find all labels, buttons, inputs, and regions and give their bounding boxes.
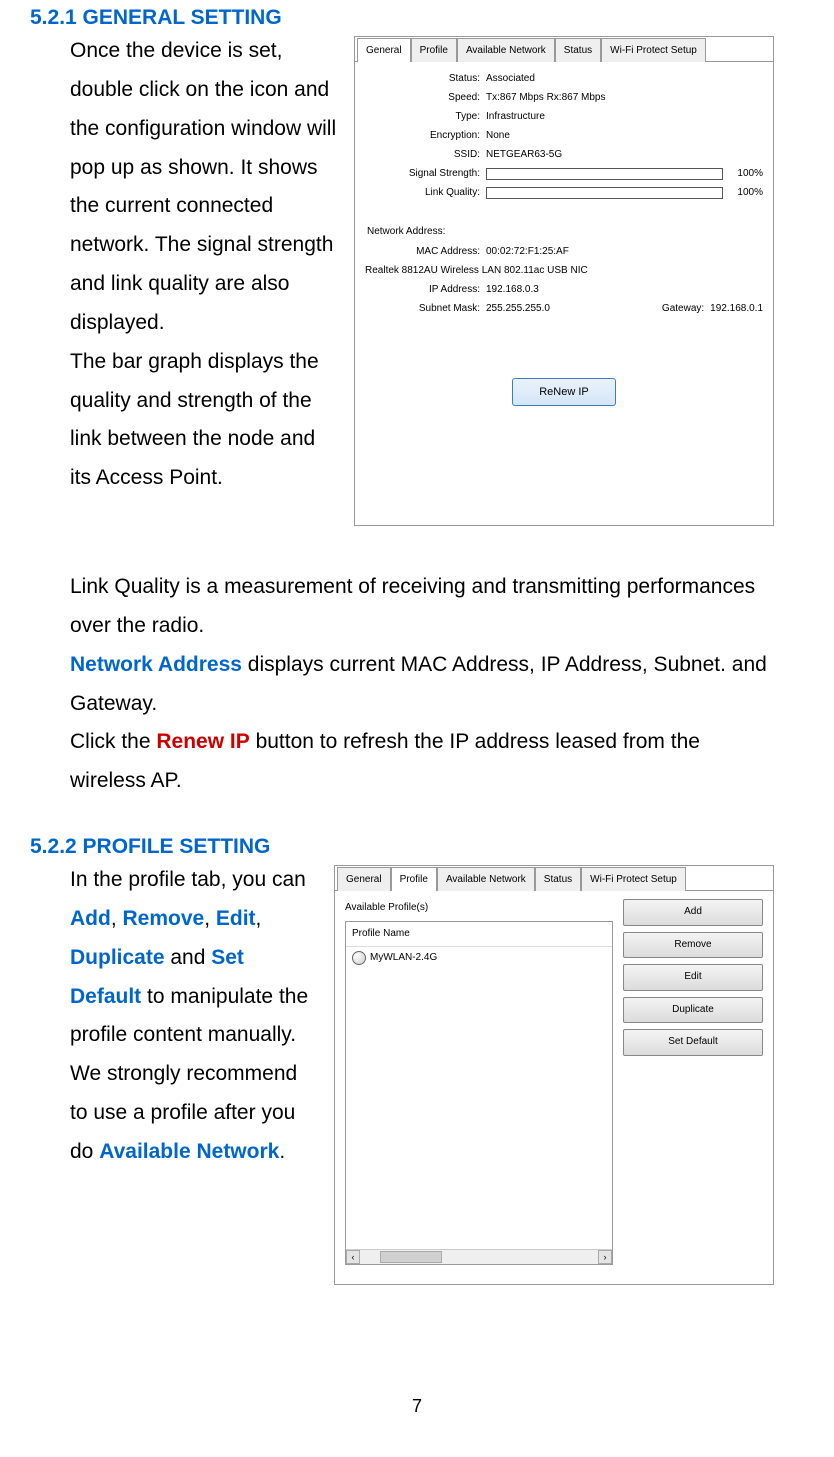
value-link-quality: 100% xyxy=(729,184,763,203)
tab-general[interactable]: General xyxy=(357,38,411,63)
value-type: Infrastructure xyxy=(486,108,763,127)
list-item[interactable]: MyWLAN-2.4G xyxy=(346,947,612,970)
tab-available-network[interactable]: Available Network xyxy=(457,38,555,63)
label-ip: IP Address: xyxy=(365,281,486,300)
column-header-profile-name: Profile Name xyxy=(346,922,612,948)
value-ssid: NETGEAR63-5G xyxy=(486,146,763,165)
label-status: Status: xyxy=(365,70,486,89)
paragraph-521-2: The bar graph displays the quality and s… xyxy=(70,350,319,490)
label-link-quality: Link Quality: xyxy=(365,184,486,203)
label-adapter: Realtek 8812AU Wireless LAN 802.11ac USB… xyxy=(365,262,594,281)
tab-bar: General Profile Available Network Status… xyxy=(335,866,773,891)
paragraph-521-5a: Click the xyxy=(70,730,156,753)
tab-status[interactable]: Status xyxy=(555,38,601,63)
renew-ip-button[interactable]: ReNew IP xyxy=(512,378,616,406)
comma: , xyxy=(111,907,123,930)
label-encryption: Encryption: xyxy=(365,127,486,146)
value-ip: 192.168.0.3 xyxy=(486,281,763,300)
value-gateway: 192.168.0.1 xyxy=(704,300,763,319)
duplicate-button[interactable]: Duplicate xyxy=(623,997,763,1024)
link-quality-bar xyxy=(486,187,723,199)
keyword-network-address: Network Address xyxy=(70,653,242,676)
section-title-522: 5.2.2 PROFILE SETTING xyxy=(30,835,774,859)
value-speed: Tx:867 Mbps Rx:867 Mbps xyxy=(486,89,763,108)
paragraph-521-3: Link Quality is a measurement of receivi… xyxy=(70,575,755,637)
label-speed: Speed: xyxy=(365,89,486,108)
comma: , xyxy=(256,907,262,930)
label-mac: MAC Address: xyxy=(365,243,486,262)
tab-general[interactable]: General xyxy=(337,867,391,892)
label-type: Type: xyxy=(365,108,486,127)
label-subnet: Subnet Mask: xyxy=(365,300,486,319)
comma: , xyxy=(204,907,216,930)
value-encryption: None xyxy=(486,127,763,146)
label-ssid: SSID: xyxy=(365,146,486,165)
figure-general-tab: General Profile Available Network Status… xyxy=(354,36,774,526)
tab-wifi-protect-setup[interactable]: Wi-Fi Protect Setup xyxy=(601,38,706,63)
value-signal-strength: 100% xyxy=(729,165,763,184)
paragraph-522-2b: . xyxy=(279,1140,285,1163)
label-network-address: Network Address: xyxy=(367,223,763,242)
scroll-thumb[interactable] xyxy=(380,1251,442,1263)
signal-strength-bar xyxy=(486,168,723,180)
tab-profile[interactable]: Profile xyxy=(411,38,457,63)
value-status: Associated xyxy=(486,70,763,89)
scroll-right-button[interactable]: › xyxy=(598,1250,612,1264)
keyword-add: Add xyxy=(70,907,111,930)
page-number: 7 xyxy=(0,1396,834,1417)
label-available-profiles: Available Profile(s) xyxy=(345,899,613,918)
tab-wifi-protect-setup[interactable]: Wi-Fi Protect Setup xyxy=(581,867,686,892)
add-button[interactable]: Add xyxy=(623,899,763,926)
keyword-renew-ip: Renew IP xyxy=(156,730,249,753)
keyword-duplicate: Duplicate xyxy=(70,946,165,969)
profile-item-label: MyWLAN-2.4G xyxy=(370,949,437,968)
scroll-left-button[interactable]: ‹ xyxy=(346,1250,360,1264)
label-gateway: Gateway: xyxy=(648,300,704,319)
remove-button[interactable]: Remove xyxy=(623,932,763,959)
edit-button[interactable]: Edit xyxy=(623,964,763,991)
keyword-remove: Remove xyxy=(123,907,205,930)
keyword-available-network: Available Network xyxy=(99,1140,279,1163)
tab-available-network[interactable]: Available Network xyxy=(437,867,535,892)
text-and: and xyxy=(165,946,212,969)
horizontal-scrollbar[interactable]: ‹ › xyxy=(346,1249,612,1264)
tab-status[interactable]: Status xyxy=(535,867,581,892)
profile-icon xyxy=(352,951,366,965)
value-subnet: 255.255.255.0 xyxy=(486,300,648,319)
keyword-edit: Edit xyxy=(216,907,256,930)
label-signal-strength: Signal Strength: xyxy=(365,165,486,184)
tab-bar: General Profile Available Network Status… xyxy=(355,37,773,62)
profile-list[interactable]: Profile Name MyWLAN-2.4G ‹ › xyxy=(345,921,613,1266)
value-mac: 00:02:72:F1:25:AF xyxy=(486,243,763,262)
tab-profile[interactable]: Profile xyxy=(391,867,437,892)
section-title-521: 5.2.1 GENERAL SETTING xyxy=(30,6,774,30)
paragraph-522-1a: In the profile tab, you can xyxy=(70,868,306,891)
set-default-button[interactable]: Set Default xyxy=(623,1029,763,1056)
paragraph-521-1: Once the device is set, double click on … xyxy=(70,39,336,334)
figure-profile-tab: General Profile Available Network Status… xyxy=(334,865,774,1285)
